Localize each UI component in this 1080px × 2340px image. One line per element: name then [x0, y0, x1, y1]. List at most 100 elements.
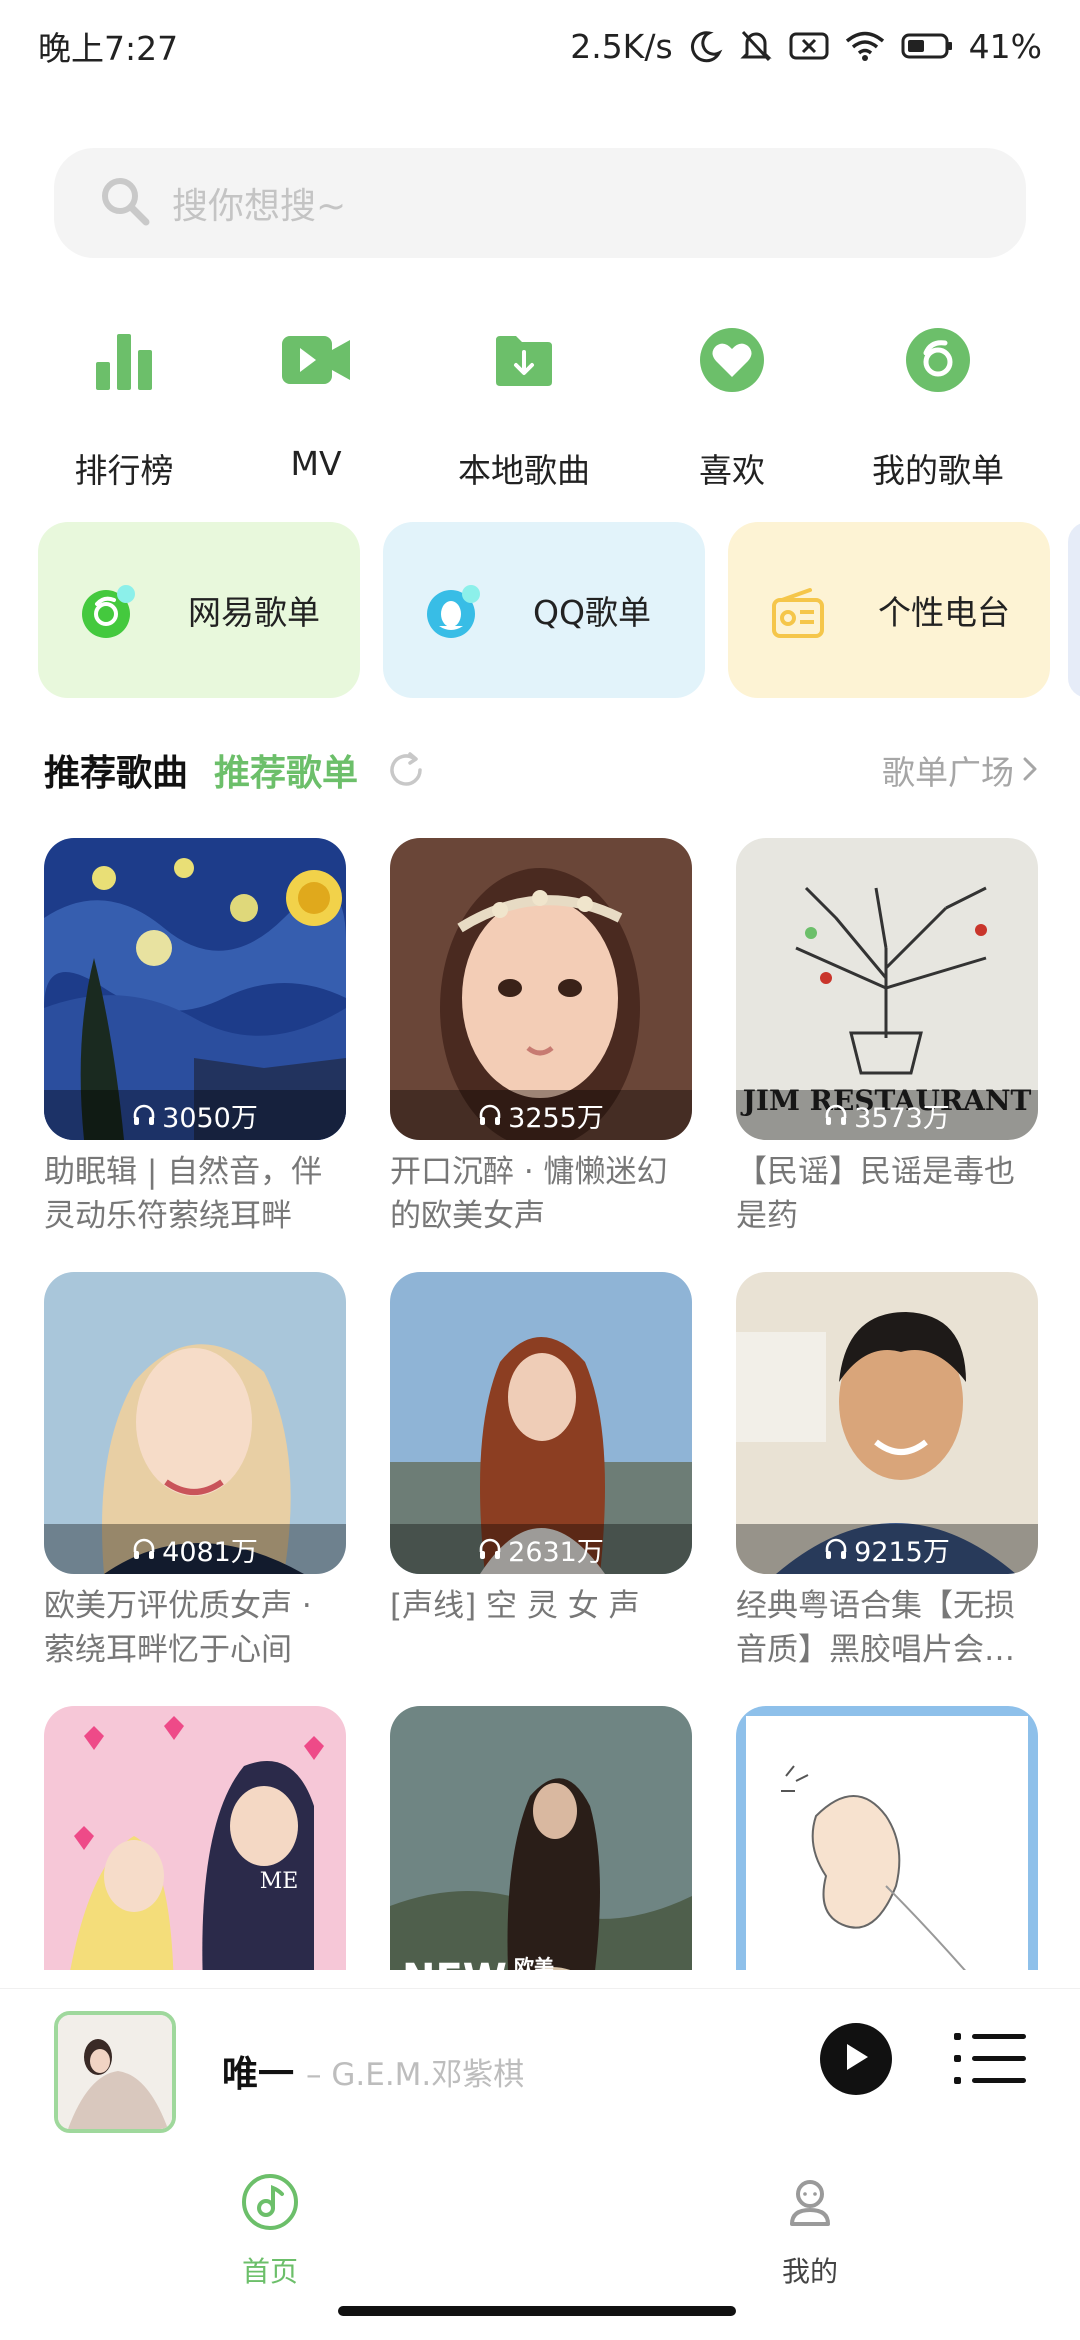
net-speed: 2.5K/s: [570, 26, 673, 66]
headphones-icon: [478, 1104, 502, 1126]
play-count: 2631万: [390, 1524, 692, 1574]
playlist-cover: [736, 1706, 1038, 1970]
playlist-grid: 3050万 助眠辑 | 自然音，伴灵动乐符萦绕耳畔 3255万 开口沉醉 · 慵…: [44, 838, 1038, 1970]
qq-penguin-icon: [425, 584, 481, 640]
playlist-card[interactable]: [736, 1706, 1038, 1970]
heart-icon: [692, 320, 772, 400]
battery-level: 41%: [968, 26, 1042, 66]
play-count-value: 3050万: [162, 1102, 258, 1134]
play-count: 9215万: [736, 1524, 1038, 1574]
playlist-cover: 9215万: [736, 1272, 1038, 1574]
battery-icon: [901, 32, 953, 60]
playlist-title: [声线] 空 灵 女 声: [390, 1588, 640, 1624]
search-icon: [98, 174, 152, 232]
quick-item-my-playlists[interactable]: 我的歌单: [838, 320, 1038, 492]
play-button[interactable]: [820, 2023, 892, 2095]
quick-actions: 排行榜 MV 本地歌曲 喜欢 我的歌单: [0, 320, 1080, 500]
platform-card-qq[interactable]: QQ歌单: [383, 522, 705, 698]
search-input[interactable]: 搜你想搜~: [54, 148, 1026, 258]
search-placeholder: 搜你想搜~: [172, 186, 347, 227]
quick-item-mv[interactable]: MV: [216, 320, 416, 483]
cover-text: 欧美: [514, 1955, 555, 1970]
video-camera-icon: [276, 320, 356, 400]
quick-item-ranking[interactable]: 排行榜: [24, 320, 224, 492]
playlist-queue-button[interactable]: [954, 2031, 1028, 2087]
tab-recommended-playlists[interactable]: 推荐歌单: [214, 744, 358, 796]
disc-icon: [898, 320, 978, 400]
platform-label: 个性电台: [878, 593, 1010, 632]
netease-icon: [80, 584, 136, 640]
mini-player[interactable]: 唯一 – G.E.M.邓紫棋: [0, 1988, 1080, 2150]
playlist-card[interactable]: ME: [44, 1706, 346, 1970]
quick-item-local[interactable]: 本地歌曲: [424, 320, 624, 492]
platform-label: QQ歌单: [533, 593, 651, 632]
now-playing-artist: – G.E.M.邓紫棋: [306, 2057, 525, 2093]
nav-label: 我的: [781, 2255, 838, 2288]
playlist-cover: 3255万: [390, 838, 692, 1140]
folder-download-icon: [484, 320, 564, 400]
quick-item-favorite[interactable]: 喜欢: [632, 320, 832, 492]
playlist-card[interactable]: 9215万 经典粤语合集【无损音质】黑胶唱片会…: [736, 1272, 1038, 1672]
playlist-title: 助眠辑 | 自然音，伴灵动乐符萦绕耳畔: [44, 1154, 323, 1234]
plaza-label: 歌单广场: [882, 753, 1014, 792]
headphones-icon: [132, 1538, 156, 1560]
play-count-value: 4081万: [162, 1536, 258, 1568]
sim-x-icon: [789, 31, 829, 61]
chevron-right-icon: [1022, 751, 1038, 790]
play-icon: [841, 2041, 871, 2077]
playlist-title: 开口沉醉 · 慵懒迷幻的欧美女声: [390, 1154, 668, 1234]
nav-mine[interactable]: 我的: [730, 2172, 890, 2290]
playlist-plaza-link[interactable]: 歌单广场: [882, 746, 1038, 794]
list-icon: [954, 2033, 1028, 2091]
playlist-title: 欧美万评优质女声 · 萦绕耳畔忆于心间: [44, 1588, 312, 1668]
platform-label: 网易歌单: [188, 593, 320, 632]
now-playing-title: 唯一: [222, 2054, 295, 2095]
cover-text: NEW: [402, 1956, 507, 1970]
playlist-cover: ME: [44, 1706, 346, 1970]
play-count: 4081万: [44, 1524, 346, 1574]
cover-text: ME: [260, 1869, 299, 1894]
headphones-icon: [132, 1104, 156, 1126]
playlist-cover: 2631万: [390, 1272, 692, 1574]
quick-item-label: MV: [290, 444, 342, 483]
play-count-value: 9215万: [854, 1536, 950, 1568]
platform-card-netease[interactable]: 网易歌单: [38, 522, 360, 698]
now-playing-cover[interactable]: [54, 2011, 176, 2133]
radio-icon: [770, 584, 826, 640]
play-count-value: 2631万: [508, 1536, 604, 1568]
play-count-value: 3573万: [854, 1102, 950, 1134]
playlist-card[interactable]: JIM RESTAURANT 3573万 【民谣】民谣是毒也是药: [736, 838, 1038, 1238]
play-count: 3573万: [736, 1090, 1038, 1140]
playlist-cover: 3050万: [44, 838, 346, 1140]
bell-off-icon: [739, 28, 773, 64]
playlist-cover: 4081万: [44, 1272, 346, 1574]
playlist-card[interactable]: 2631万 [声线] 空 灵 女 声: [390, 1272, 692, 1672]
play-count-value: 3255万: [508, 1102, 604, 1134]
home-indicator[interactable]: [338, 2306, 736, 2316]
tab-recommended-songs[interactable]: 推荐歌曲: [44, 744, 188, 796]
quick-item-label: 本地歌曲: [458, 451, 590, 490]
platform-row: 网易歌单 QQ歌单 个性电台: [38, 522, 1080, 700]
refresh-icon[interactable]: [386, 750, 426, 790]
headphones-icon: [824, 1104, 848, 1126]
user-icon: [780, 2172, 840, 2236]
nav-label: 首页: [241, 2255, 298, 2288]
play-count: 3255万: [390, 1090, 692, 1140]
moon-icon: [689, 29, 723, 63]
nav-home[interactable]: 首页: [190, 2172, 350, 2290]
headphones-icon: [478, 1538, 502, 1560]
playlist-title: 经典粤语合集【无损音质】黑胶唱片会…: [736, 1588, 1015, 1668]
status-bar: 晚上7:27 2.5K/s 41%: [0, 0, 1080, 92]
status-time: 晚上7:27: [38, 29, 179, 68]
playlist-card[interactable]: 4081万 欧美万评优质女声 · 萦绕耳畔忆于心间: [44, 1272, 346, 1672]
music-disc-icon: [240, 2172, 300, 2236]
playlist-cover: NEW 欧美: [390, 1706, 692, 1970]
wifi-icon: [845, 30, 885, 62]
playlist-card[interactable]: 3050万 助眠辑 | 自然音，伴灵动乐符萦绕耳畔: [44, 838, 346, 1238]
playlist-card[interactable]: NEW 欧美: [390, 1706, 692, 1970]
playlist-card[interactable]: 3255万 开口沉醉 · 慵懒迷幻的欧美女声: [390, 838, 692, 1238]
platform-card-partial[interactable]: [1068, 522, 1080, 698]
play-count: 3050万: [44, 1090, 346, 1140]
section-header: 推荐歌曲 推荐歌单 歌单广场: [44, 738, 1038, 802]
platform-card-radio[interactable]: 个性电台: [728, 522, 1050, 698]
